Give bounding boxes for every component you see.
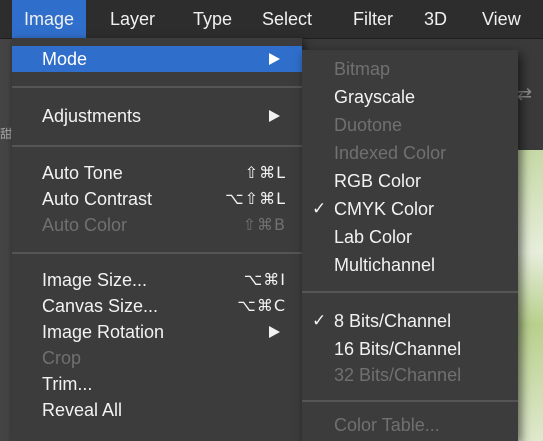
menu-item-shortcut: ⌥⌘C	[237, 296, 286, 315]
menu-item-label: Crop	[42, 348, 82, 368]
submenu-item-multichannel[interactable]: Multichannel	[302, 252, 518, 278]
menu-filter[interactable]: Filter	[341, 0, 405, 38]
menu-item-mode[interactable]: Mode	[12, 46, 302, 72]
menu-item-auto-tone[interactable]: Auto Tone ⇧⌘L	[12, 160, 302, 186]
submenu-item-grayscale[interactable]: Grayscale	[302, 84, 518, 110]
menu-image[interactable]: Image	[12, 0, 87, 38]
submenu-item-label: Color Table...	[334, 415, 440, 435]
menu-item-label: Image Rotation	[42, 322, 165, 342]
submenu-item-lab-color[interactable]: Lab Color	[302, 224, 518, 250]
document-panel-edge	[0, 38, 12, 441]
submenu-item-label: Grayscale	[334, 87, 416, 107]
submenu-item-label: RGB Color	[334, 171, 422, 191]
submenu-separator	[302, 291, 518, 293]
submenu-item-label: Multichannel	[334, 255, 436, 275]
menu-view[interactable]: View	[470, 0, 533, 38]
submenu-item-label: Duotone	[334, 115, 403, 135]
menu-item-crop: Crop	[12, 345, 302, 371]
submenu-item-bitmap: Bitmap	[302, 56, 518, 82]
submenu-item-label: Indexed Color	[334, 143, 447, 163]
menu-item-label: Adjustments	[42, 106, 142, 126]
submenu-item-label: Lab Color	[334, 227, 413, 247]
menu-item-reveal-all[interactable]: Reveal All	[12, 397, 302, 423]
submenu-item-label: 16 Bits/Channel	[334, 339, 462, 359]
submenu-arrow-icon	[269, 326, 280, 338]
menu-layer[interactable]: Layer	[98, 0, 167, 38]
submenu-item-label: Bitmap	[334, 59, 391, 79]
menu-separator	[12, 86, 302, 88]
submenu-separator	[302, 400, 518, 402]
menu-item-adjustments[interactable]: Adjustments	[12, 103, 302, 129]
submenu-item-label: 8 Bits/Channel	[334, 311, 452, 331]
swap-arrows-icon[interactable]: ⇄	[517, 84, 532, 105]
submenu-arrow-icon	[269, 53, 280, 65]
menu-item-shortcut: ⇧⌘B	[242, 215, 286, 234]
submenu-item-color-table: Color Table...	[302, 412, 518, 438]
menu-separator	[12, 252, 302, 254]
submenu-item-32-bits: 32 Bits/Channel	[302, 362, 518, 388]
menu-item-label: Reveal All	[42, 400, 123, 420]
menu-item-label: Auto Color	[42, 215, 128, 235]
submenu-item-cmyk-color[interactable]: ✓ CMYK Color	[302, 196, 518, 222]
checkmark-icon: ✓	[312, 311, 327, 331]
panel-edge-glyph: 甜	[0, 127, 13, 141]
menu-select[interactable]: Select	[250, 0, 324, 38]
menu-item-label: Auto Tone	[42, 163, 123, 183]
menu-3d[interactable]: 3D	[412, 0, 459, 38]
menu-bar: Image Layer Type Select Filter 3D View	[0, 0, 543, 39]
menu-item-canvas-size[interactable]: Canvas Size... ⌥⌘C	[12, 293, 302, 319]
image-menu-dropdown: Mode Adjustments Auto Tone ⇧⌘L Auto Cont…	[12, 38, 303, 441]
menu-item-label: Mode	[42, 49, 88, 69]
menu-item-trim[interactable]: Trim...	[12, 371, 302, 397]
menu-item-shortcut: ⌥⇧⌘L	[225, 189, 286, 208]
menu-type[interactable]: Type	[181, 0, 244, 38]
menu-item-label: Trim...	[42, 374, 93, 394]
menu-item-label: Image Size...	[42, 270, 148, 290]
submenu-item-8-bits[interactable]: ✓ 8 Bits/Channel	[302, 308, 518, 334]
submenu-arrow-icon	[269, 110, 280, 122]
menu-item-shortcut: ⌥⌘I	[243, 270, 286, 289]
menu-item-image-size[interactable]: Image Size... ⌥⌘I	[12, 267, 302, 293]
menu-item-label: Canvas Size...	[42, 296, 159, 316]
menu-item-shortcut: ⇧⌘L	[244, 163, 286, 182]
menu-item-auto-color: Auto Color ⇧⌘B	[12, 212, 302, 238]
menu-item-image-rotation[interactable]: Image Rotation	[12, 319, 302, 345]
checkmark-icon: ✓	[312, 199, 327, 219]
submenu-item-indexed-color: Indexed Color	[302, 140, 518, 166]
submenu-item-label: 32 Bits/Channel	[334, 365, 462, 385]
mode-submenu: Bitmap Grayscale Duotone Indexed Color R…	[302, 50, 518, 441]
menu-item-label: Auto Contrast	[42, 189, 153, 209]
submenu-item-duotone: Duotone	[302, 112, 518, 138]
submenu-item-label: CMYK Color	[334, 199, 435, 219]
menu-separator	[12, 145, 302, 147]
menu-item-auto-contrast[interactable]: Auto Contrast ⌥⇧⌘L	[12, 186, 302, 212]
submenu-item-16-bits[interactable]: 16 Bits/Channel	[302, 336, 518, 362]
submenu-item-rgb-color[interactable]: RGB Color	[302, 168, 518, 194]
